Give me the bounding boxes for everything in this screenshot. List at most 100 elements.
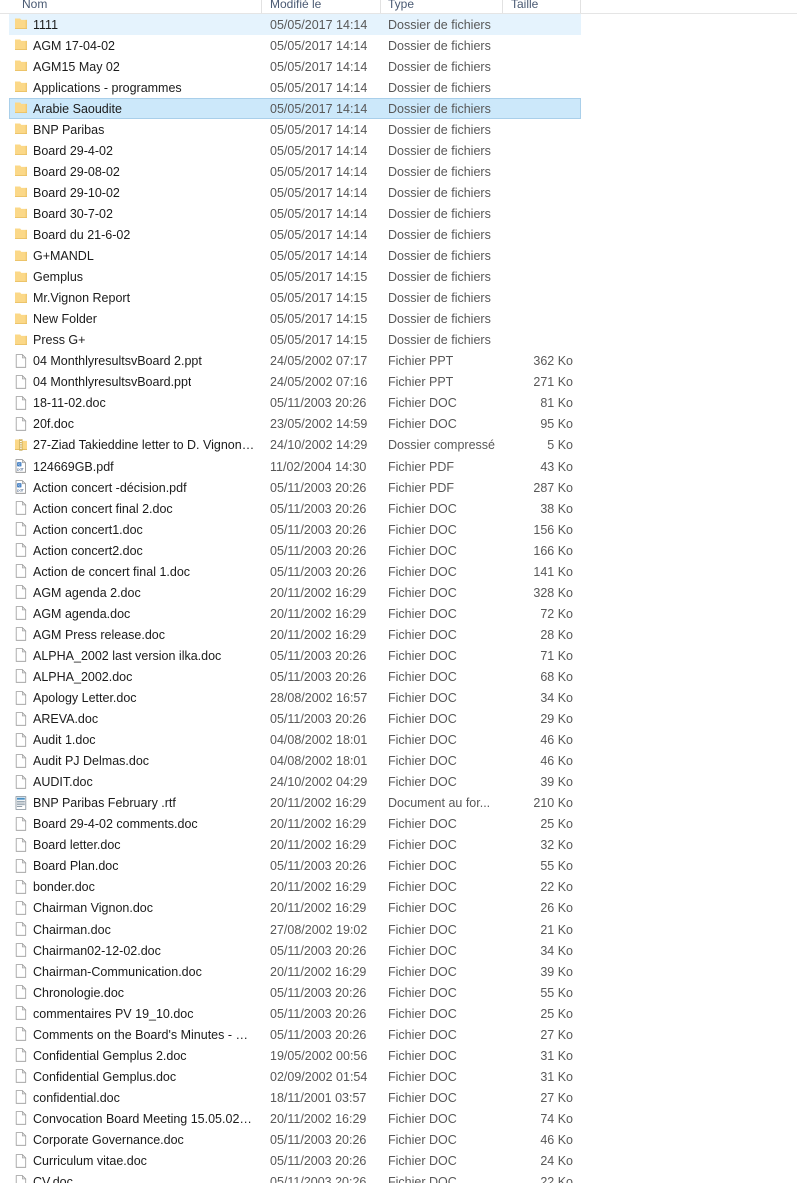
file-list-row[interactable]: Confidential Gemplus 2.doc 19/05/2002 00:…: [0, 1045, 797, 1066]
file-name-cell: AGM agenda 2.doc: [33, 585, 141, 600]
file-list-row[interactable]: Board 29-10-02 05/05/2017 14:14 Dossier de…: [0, 182, 797, 203]
file-list-row[interactable]: Chairman02-12-02.doc 05/11/2003 20:26 Fich…: [0, 940, 797, 961]
pdf-icon: e pdf: [13, 479, 29, 495]
date-modified-cell: 24/05/2002 07:16: [270, 375, 368, 390]
file-list-row[interactable]: Chairman.doc 27/08/2002 19:02 Fichier DOC 2…: [0, 919, 797, 940]
file-list-row[interactable]: Action concert2.doc 05/11/2003 20:26 Fichi…: [0, 540, 797, 561]
file-type-cell: Fichier DOC: [388, 817, 457, 832]
file-list-row[interactable]: AUDIT.doc 24/10/2002 04:29 Fichier DOC 39 K…: [0, 772, 797, 793]
file-list-row[interactable]: e pdf 124669GB.pdf 11/02/2004 14:30 Fichier …: [0, 456, 797, 477]
file-list-row[interactable]: Board du 21-6-02 05/05/2017 14:14 Dossier …: [0, 224, 797, 245]
file-list-row[interactable]: 04 MonthlyresultsvBoard.ppt 24/05/2002 07…: [0, 372, 797, 393]
file-name-cell: Mr.Vignon Report: [33, 291, 131, 306]
file-list-row[interactable]: 18-11-02.doc 05/11/2003 20:26 Fichier DOC 8…: [0, 393, 797, 414]
file-list-row[interactable]: Press G+ 05/05/2017 14:15 Dossier de fichi…: [0, 330, 797, 351]
file-name-cell: G+MANDL: [33, 249, 94, 264]
file-type-cell: Fichier DOC: [388, 1069, 457, 1084]
file-list-row[interactable]: Comments on the Board's Minutes - Oct...…: [0, 1024, 797, 1045]
column-header-type[interactable]: Type: [388, 0, 414, 12]
column-divider-name[interactable]: [261, 0, 262, 13]
date-modified-cell: 05/11/2003 20:26: [270, 1027, 367, 1042]
file-list-row[interactable]: 04 MonthlyresultsvBoard 2.ppt 24/05/2002 …: [0, 351, 797, 372]
file-list-row[interactable]: AGM agenda.doc 20/11/2002 16:29 Fichier DO…: [0, 603, 797, 624]
file-list-row[interactable]: Chronologie.doc 05/11/2003 20:26 Fichier D…: [0, 982, 797, 1003]
column-header-date[interactable]: Modifié le: [270, 0, 321, 12]
file-type-cell: Dossier de fichiers: [388, 101, 491, 116]
file-list-row[interactable]: G+MANDL 05/05/2017 14:14 Dossier de fichie…: [0, 246, 797, 267]
date-modified-cell: 20/11/2002 16:29: [270, 796, 367, 811]
document-icon: [13, 395, 29, 411]
file-name-cell: Arabie Saoudite: [33, 101, 122, 116]
file-list-row[interactable]: AREVA.doc 05/11/2003 20:26 Fichier DOC 29 K…: [0, 709, 797, 730]
folder-icon: [13, 163, 29, 179]
file-list-row[interactable]: Chairman Vignon.doc 20/11/2002 16:29 Fichi…: [0, 898, 797, 919]
file-type-cell: Dossier de fichiers: [388, 80, 491, 95]
file-list-row[interactable]: Action concert final 2.doc 05/11/2003 20:…: [0, 498, 797, 519]
date-modified-cell: 05/11/2003 20:26: [270, 501, 367, 516]
document-icon: [13, 521, 29, 537]
file-type-cell: Dossier de fichiers: [388, 164, 491, 179]
file-list-row[interactable]: BNP Paribas February .rtf 20/11/2002 16:2…: [0, 793, 797, 814]
document-icon: [13, 837, 29, 853]
file-list-row[interactable]: Board 30-7-02 05/05/2017 14:14 Dossier de …: [0, 203, 797, 224]
file-list-row[interactable]: Board Plan.doc 05/11/2003 20:26 Fichier DO…: [0, 856, 797, 877]
file-list-row[interactable]: AGM Press release.doc 20/11/2002 16:29 Fic…: [0, 624, 797, 645]
file-list-row[interactable]: Curriculum vitae.doc 05/11/2003 20:26 Fich…: [0, 1151, 797, 1172]
file-list-row[interactable]: Arabie Saoudite 05/05/2017 14:14 Dossier d…: [0, 98, 797, 120]
file-type-cell: Fichier DOC: [388, 585, 457, 600]
file-list-row[interactable]: Gemplus 05/05/2017 14:15 Dossier de fichie…: [0, 267, 797, 288]
file-list-row[interactable]: BNP Paribas 05/05/2017 14:14 Dossier de fi…: [0, 119, 797, 140]
file-size-cell: 362 Ko: [533, 354, 573, 369]
file-size-cell: 34 Ko: [540, 943, 573, 958]
file-list-row[interactable]: Apology Letter.doc 28/08/2002 16:57 Fichie…: [0, 688, 797, 709]
file-list-row[interactable]: 27-Ziad Takieddine letter to D. Vignon, …: [0, 435, 797, 456]
file-list-row[interactable]: confidential.doc 18/11/2001 03:57 Fichier …: [0, 1087, 797, 1108]
file-list-row[interactable]: Board letter.doc 20/11/2002 16:29 Fichier …: [0, 835, 797, 856]
file-list-row[interactable]: Audit PJ Delmas.doc 04/08/2002 18:01 Fichi…: [0, 751, 797, 772]
file-list-row[interactable]: ALPHA_2002 last version ilka.doc 05/11/20…: [0, 645, 797, 666]
file-type-cell: Fichier DOC: [388, 606, 457, 621]
column-divider-type[interactable]: [502, 0, 503, 13]
file-list-row[interactable]: 1111 05/05/2017 14:14 Dossier de fichiers: [0, 14, 797, 35]
document-icon: [13, 816, 29, 832]
file-list-row[interactable]: AGM 17-04-02 05/05/2017 14:14 Dossier de f…: [0, 35, 797, 56]
zip-folder-icon: [13, 437, 29, 453]
file-list-row[interactable]: AGM15 May 02 05/05/2017 14:14 Dossier de f…: [0, 56, 797, 77]
date-modified-cell: 05/05/2017 14:15: [270, 270, 368, 285]
folder-icon: [13, 248, 29, 264]
file-list-row[interactable]: AGM agenda 2.doc 20/11/2002 16:29 Fichier …: [0, 582, 797, 603]
file-list-row[interactable]: Action concert1.doc 05/11/2003 20:26 Fichi…: [0, 519, 797, 540]
column-divider-size[interactable]: [580, 0, 581, 13]
file-list-row[interactable]: bonder.doc 20/11/2002 16:29 Fichier DOC 22 …: [0, 877, 797, 898]
column-divider-date[interactable]: [380, 0, 381, 13]
file-list-row[interactable]: Audit 1.doc 04/08/2002 18:01 Fichier DOC 46…: [0, 730, 797, 751]
file-list-row[interactable]: 20f.doc 23/05/2002 14:59 Fichier DOC 95 Ko: [0, 414, 797, 435]
file-type-cell: Fichier DOC: [388, 627, 457, 642]
file-list-row[interactable]: Chairman-Communication.doc 20/11/2002 16:…: [0, 961, 797, 982]
file-list-row[interactable]: e pdf Action concert -décision.pdf 05/11/20…: [0, 477, 797, 498]
file-list-row[interactable]: Action de concert final 1.doc 05/11/2003 …: [0, 561, 797, 582]
column-header-size[interactable]: Taille: [511, 0, 538, 12]
folder-icon: [13, 205, 29, 221]
file-list-row[interactable]: commentaires PV 19_10.doc 05/11/2003 20:2…: [0, 1003, 797, 1024]
file-list-row[interactable]: CV.doc 05/11/2003 20:26 Fichier DOC 22 Ko: [0, 1172, 797, 1183]
file-list-row[interactable]: Corporate Governance.doc 05/11/2003 20:26…: [0, 1129, 797, 1150]
file-name-cell: Audit PJ Delmas.doc: [33, 754, 150, 769]
file-list-row[interactable]: ALPHA_2002.doc 05/11/2003 20:26 Fichier DO…: [0, 666, 797, 687]
file-size-cell: 55 Ko: [540, 985, 573, 1000]
file-list-row[interactable]: Board 29-08-02 05/05/2017 14:14 Dossier de…: [0, 161, 797, 182]
folder-icon: [13, 100, 29, 116]
file-size-cell: 95 Ko: [540, 417, 573, 432]
file-size-cell: 29 Ko: [540, 712, 573, 727]
document-icon: [13, 921, 29, 937]
file-list-row[interactable]: Confidential Gemplus.doc 02/09/2002 01:54…: [0, 1066, 797, 1087]
file-list-row[interactable]: Board 29-4-02 comments.doc 20/11/2002 16:…: [0, 814, 797, 835]
file-list-row[interactable]: Convocation Board Meeting 15.05.02.doc 20…: [0, 1108, 797, 1129]
column-header-name[interactable]: Nom: [22, 0, 47, 12]
file-list-row[interactable]: Board 29-4-02 05/05/2017 14:14 Dossier de …: [0, 140, 797, 161]
file-list-row[interactable]: New Folder 05/05/2017 14:15 Dossier de fic…: [0, 309, 797, 330]
file-size-cell: 156 Ko: [533, 522, 573, 537]
document-icon: [13, 605, 29, 621]
file-list-row[interactable]: Applications - programmes 05/05/2017 14:1…: [0, 77, 797, 98]
file-list-row[interactable]: Mr.Vignon Report 05/05/2017 14:15 Dossier …: [0, 288, 797, 309]
